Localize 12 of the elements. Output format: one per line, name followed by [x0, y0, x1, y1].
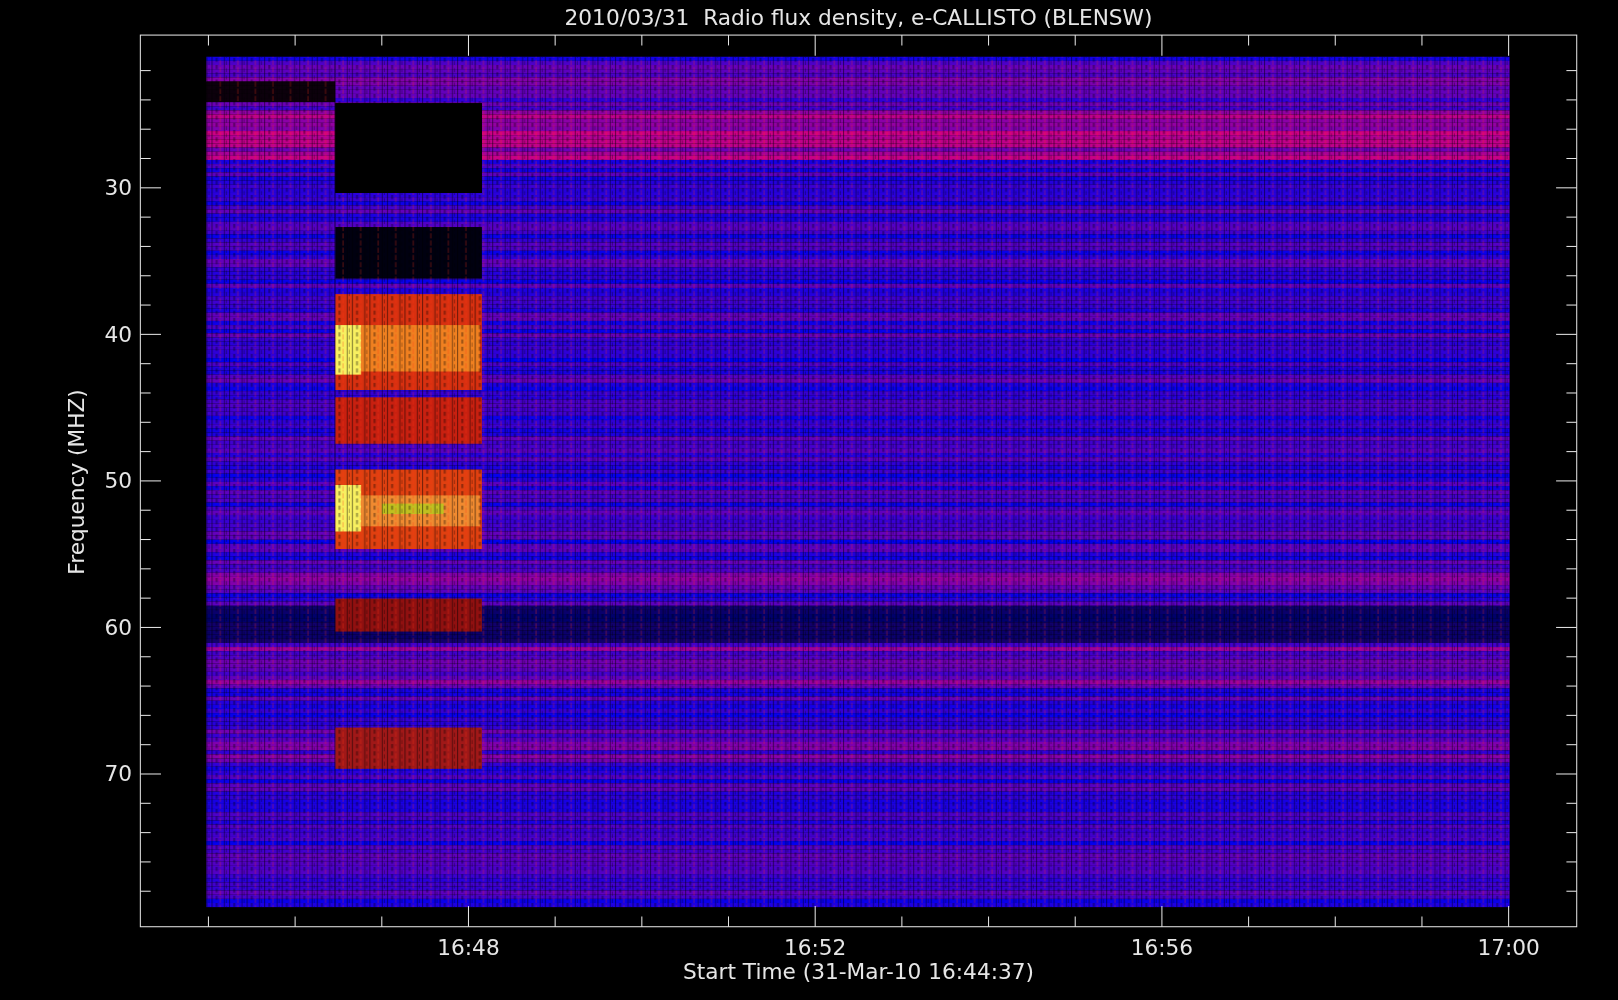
y-axis-label: Frequency (MHZ) — [63, 389, 89, 575]
x-tick-label: 16:48 — [437, 934, 500, 960]
x-tick-label: 16:56 — [1130, 934, 1194, 960]
x-axis-label: Start Time (31-Mar-10 16:44:37) — [683, 959, 1034, 985]
y-tick-label: 70 — [104, 761, 133, 787]
y-tick-label: 50 — [104, 468, 133, 494]
x-tick-label: 16:52 — [784, 934, 847, 960]
y-tick-label: 60 — [104, 614, 133, 640]
y-tick-label: 40 — [104, 321, 133, 347]
x-tick-label: 17:00 — [1477, 934, 1540, 960]
y-tick-label: 30 — [104, 175, 133, 201]
plot-title: 2010/03/31 Radio flux density, e-CALLISTO (BLENSW) — [564, 4, 1153, 30]
